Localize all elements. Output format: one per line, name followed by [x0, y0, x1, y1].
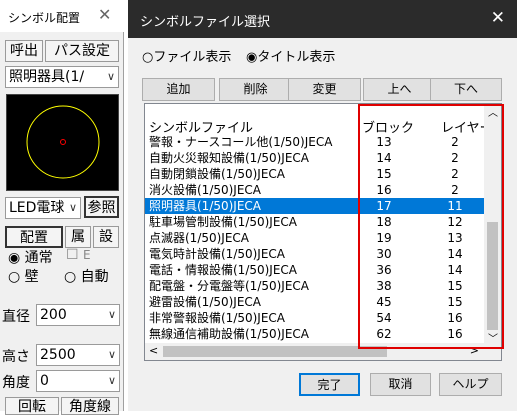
- chevron-down-icon: ∨: [107, 374, 116, 387]
- move-up-button[interactable]: 上へ: [363, 78, 436, 101]
- rotate-button[interactable]: 回転: [5, 397, 59, 415]
- chevron-down-icon: ∨: [107, 348, 116, 361]
- radio-title-display[interactable]: ◉タイトル表示: [246, 46, 335, 65]
- radio-file-display[interactable]: ○ファイル表示: [142, 46, 231, 65]
- row-name: 無線通信補助設備(1/50)JECA: [149, 327, 310, 341]
- highlight-box: [358, 104, 504, 349]
- radio-unselected-icon: ○: [142, 50, 154, 65]
- symbol-circle: [26, 105, 100, 179]
- palette-title: シンボル配置: [8, 11, 81, 25]
- category-select[interactable]: 照明器具(1/ ∨: [5, 66, 119, 88]
- row-name: 自動火災報知設備(1/50)JECA: [149, 151, 310, 165]
- scroll-left-icon[interactable]: <: [149, 344, 158, 357]
- finish-button[interactable]: 完了: [299, 373, 360, 396]
- attribute-button[interactable]: 属: [65, 226, 91, 248]
- radio-unselected-icon: ○: [64, 269, 77, 285]
- symbol-placement-palette: シンボル配置 ✕ 呼出 パス設定 照明器具(1/ ∨ LED電球 ∨ 参照 配置…: [0, 0, 124, 415]
- symbol-center-point: [60, 139, 66, 145]
- radio-auto[interactable]: ○ 自動: [64, 266, 109, 286]
- row-name: 警報・ナースコール他(1/50)JECA: [149, 135, 333, 149]
- row-name: 電気時計設備(1/50)JECA: [149, 247, 286, 261]
- category-value: 照明器具(1/: [9, 69, 85, 85]
- checkbox-e[interactable]: ☐ E: [66, 247, 91, 263]
- radio-title-label: タイトル表示: [257, 50, 336, 65]
- chevron-down-icon: ∨: [106, 70, 115, 83]
- change-button[interactable]: 変更: [288, 78, 361, 101]
- row-name: 非常警報設備(1/50)JECA: [149, 311, 286, 325]
- row-name: 電話・情報設備(1/50)JECA: [149, 263, 298, 277]
- row-name: 消火設備(1/50)JECA: [149, 183, 262, 197]
- angle-value: 0: [40, 373, 49, 389]
- row-name: 自動閉鎖設備(1/50)JECA: [149, 167, 286, 181]
- diameter-select[interactable]: 200 ∨: [36, 304, 120, 326]
- palette-title-bar: シンボル配置 ✕: [0, 0, 124, 32]
- dialog-close-icon[interactable]: ✕: [491, 8, 505, 28]
- radio-selected-icon: ◉: [246, 50, 258, 65]
- radio-auto-label: 自動: [80, 269, 109, 285]
- height-select[interactable]: 2500 ∨: [36, 344, 120, 366]
- checkbox-e-label: E: [83, 248, 91, 262]
- angle-label: 角度: [2, 375, 30, 391]
- add-button[interactable]: 追加: [142, 78, 215, 101]
- reference-button[interactable]: 参照: [84, 196, 119, 218]
- radio-normal[interactable]: ◉ 通常: [8, 247, 53, 267]
- settings-button[interactable]: 設: [93, 226, 119, 248]
- radio-normal-label: 通常: [24, 250, 53, 266]
- checkbox-icon: ☐: [66, 247, 79, 263]
- angle-select[interactable]: 0 ∨: [36, 370, 120, 392]
- place-button[interactable]: 配置: [5, 226, 63, 248]
- palette-close-icon[interactable]: ✕: [98, 5, 111, 24]
- row-name: 照明器具(1/50)JECA: [149, 199, 262, 213]
- horizontal-scroll-thumb[interactable]: [163, 346, 387, 357]
- call-button[interactable]: 呼出: [5, 40, 43, 62]
- delete-button[interactable]: 削除: [219, 78, 292, 101]
- dialog-title: シンボルファイル選択: [140, 15, 271, 30]
- help-button[interactable]: ヘルプ: [439, 373, 502, 396]
- diameter-label: 直径: [2, 309, 30, 325]
- radio-wall-label: 壁: [24, 269, 39, 285]
- cancel-button[interactable]: 取消: [370, 373, 431, 396]
- path-setting-button[interactable]: パス設定: [45, 40, 119, 62]
- height-value: 2500: [40, 347, 76, 363]
- angle-line-button[interactable]: 角度線: [61, 397, 119, 415]
- symbol-preview: [6, 94, 119, 191]
- led-type-value: LED電球: [9, 200, 65, 216]
- diameter-value: 200: [40, 307, 67, 323]
- led-type-select[interactable]: LED電球 ∨: [5, 197, 81, 219]
- radio-selected-icon: ◉: [8, 250, 21, 266]
- row-name: 点滅器(1/50)JECA: [149, 231, 250, 245]
- height-label: 高さ: [2, 349, 30, 365]
- row-name: 避雷設備(1/50)JECA: [149, 295, 262, 309]
- chevron-down-icon: ∨: [107, 308, 116, 321]
- row-name: 配電盤・分電盤等(1/50)JECA: [149, 279, 310, 293]
- radio-unselected-icon: ○: [8, 269, 21, 285]
- radio-file-label: ファイル表示: [153, 50, 232, 65]
- move-down-button[interactable]: 下へ: [430, 78, 502, 101]
- row-name: 駐車場管制設備(1/50)JECA: [149, 215, 298, 229]
- chevron-down-icon: ∨: [68, 201, 77, 214]
- radio-wall[interactable]: ○ 壁: [8, 266, 39, 286]
- dialog-title-bar: シンボルファイル選択 ✕: [128, 0, 517, 38]
